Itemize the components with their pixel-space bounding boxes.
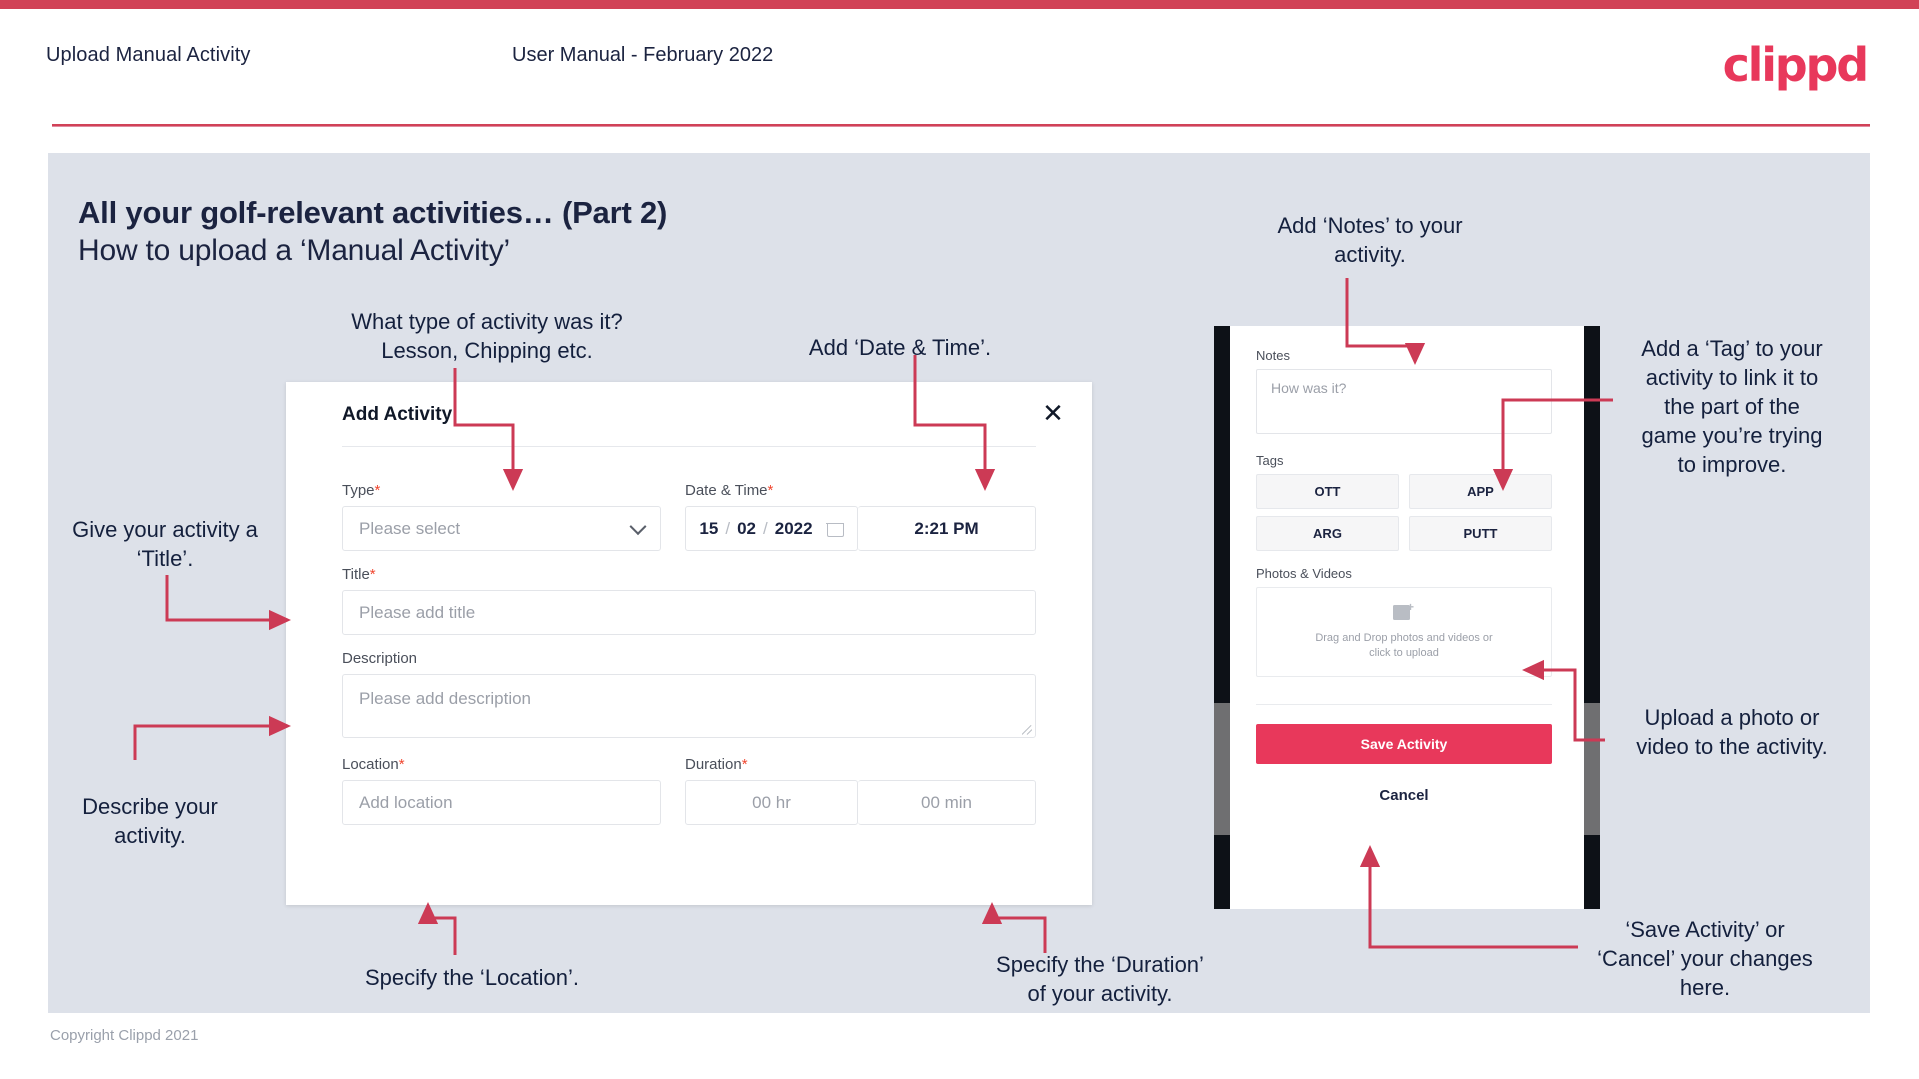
slide-subtitle: How to upload a ‘Manual Activity’	[78, 234, 510, 267]
annotation-duration: Specify the ‘Duration’ of your activity.	[996, 952, 1204, 1006]
slide-title: All your golf-relevant activities… (Part…	[78, 195, 668, 230]
date-sep-2: /	[763, 518, 768, 538]
page-title: Upload Manual Activity	[46, 44, 251, 66]
phone-divider	[1256, 704, 1552, 705]
type-select[interactable]: Please select	[342, 506, 661, 551]
datetime-required-star: *	[767, 482, 774, 499]
annotation-photos: Upload a photo or video to the activity.	[1636, 705, 1828, 759]
annotation-datetime: Add ‘Date & Time’.	[808, 335, 992, 360]
notes-textarea[interactable]: How was it?	[1256, 369, 1552, 434]
type-label-text: Type	[342, 482, 375, 499]
title-required-star: *	[369, 566, 376, 583]
top-accent-stripe	[0, 0, 1919, 9]
annotation-save: ‘Save Activity’ or ‘Cancel’ your changes…	[1597, 917, 1813, 1000]
duration-hours-input[interactable]: 00 hr	[685, 780, 858, 825]
description-field-label: Description	[342, 650, 417, 667]
description-placeholder: Please add description	[359, 689, 532, 708]
location-required-star: *	[398, 756, 405, 773]
duration-label-text: Duration	[685, 756, 742, 773]
annotation-title: Give your activity a ‘Title’.	[72, 517, 258, 571]
copyright-text: Copyright Clippd 2021	[50, 1027, 199, 1044]
location-field-label: Location*	[342, 756, 405, 773]
phone-screen: Notes How was it? Tags OTT APP ARG PUTT …	[1230, 326, 1584, 909]
chevron-down-icon	[629, 517, 647, 535]
date-sep-1: /	[725, 518, 731, 538]
description-textarea[interactable]: Please add description	[342, 674, 1036, 738]
title-label-text: Title	[342, 566, 370, 583]
clippd-logo: clippd	[1722, 38, 1870, 92]
type-field-label: Type*	[342, 482, 380, 499]
location-input-placeholder: Add location	[359, 792, 453, 812]
tag-putt[interactable]: PUTT	[1409, 516, 1552, 551]
header-divider-light	[52, 126, 1870, 127]
document-subtitle: User Manual - February 2022	[512, 44, 774, 66]
tag-ott[interactable]: OTT	[1256, 474, 1399, 509]
title-field-label: Title*	[342, 566, 376, 583]
dropzone-line-2: click to upload	[1369, 647, 1439, 659]
dialog-header-divider	[342, 446, 1036, 447]
phone-left-scrollbar[interactable]	[1214, 703, 1230, 835]
type-select-placeholder: Please select	[359, 518, 461, 538]
calendar-icon[interactable]	[825, 519, 845, 537]
datetime-field-label: Date & Time*	[685, 482, 773, 499]
date-year: 2022	[774, 518, 813, 538]
phone-mockup: Notes How was it? Tags OTT APP ARG PUTT …	[1214, 326, 1600, 909]
location-input[interactable]: Add location	[342, 780, 661, 825]
photo-dropzone[interactable]: + Drag and Drop photos and videos or cli…	[1256, 587, 1552, 677]
add-activity-dialog: Add Activity ✕ Type* Please select Date …	[286, 382, 1092, 905]
duration-minutes-input[interactable]: 00 min	[858, 780, 1036, 825]
tag-arg[interactable]: ARG	[1256, 516, 1399, 551]
duration-field-label: Duration*	[685, 756, 748, 773]
annotation-notes: Add ‘Notes’ to your activity.	[1277, 213, 1463, 267]
duration-hours-placeholder: 00 hr	[752, 792, 791, 812]
datetime-label-text: Date & Time	[685, 482, 768, 499]
duration-minutes-placeholder: 00 min	[920, 792, 973, 812]
photos-label: Photos & Videos	[1256, 566, 1352, 581]
tag-app[interactable]: APP	[1409, 474, 1552, 509]
annotation-location: Specify the ‘Location’.	[364, 965, 580, 990]
annotation-type: What type of activity was it? Lesson, Ch…	[351, 309, 623, 363]
date-month: 02	[737, 518, 756, 538]
title-input-placeholder: Please add title	[359, 602, 476, 622]
save-activity-button[interactable]: Save Activity	[1256, 724, 1552, 764]
phone-right-scrollbar[interactable]	[1584, 703, 1600, 835]
add-image-icon: +	[1393, 601, 1415, 622]
date-input[interactable]: 15 / 02 / 2022	[685, 506, 858, 551]
annotation-tags: Add a ‘Tag’ to your activity to link it …	[1641, 336, 1823, 477]
dialog-title: Add Activity	[342, 404, 453, 425]
dropzone-line-1: Drag and Drop photos and videos or	[1315, 632, 1493, 644]
description-label-text: Description	[342, 650, 418, 667]
date-day: 15	[699, 518, 719, 538]
duration-required-star: *	[741, 756, 748, 773]
type-required-star: *	[374, 482, 381, 499]
resize-grip-icon[interactable]	[1022, 725, 1032, 735]
time-input[interactable]: 2:21 PM	[858, 506, 1036, 551]
notes-label: Notes	[1256, 348, 1290, 363]
notes-placeholder: How was it?	[1271, 380, 1347, 396]
time-value: 2:21 PM	[914, 518, 979, 538]
tags-label: Tags	[1256, 453, 1284, 468]
annotation-description: Describe your activity.	[82, 794, 218, 848]
cancel-button[interactable]: Cancel	[1256, 774, 1552, 816]
title-input[interactable]: Please add title	[342, 590, 1036, 635]
location-label-text: Location	[342, 756, 399, 773]
close-icon[interactable]: ✕	[1036, 396, 1070, 430]
